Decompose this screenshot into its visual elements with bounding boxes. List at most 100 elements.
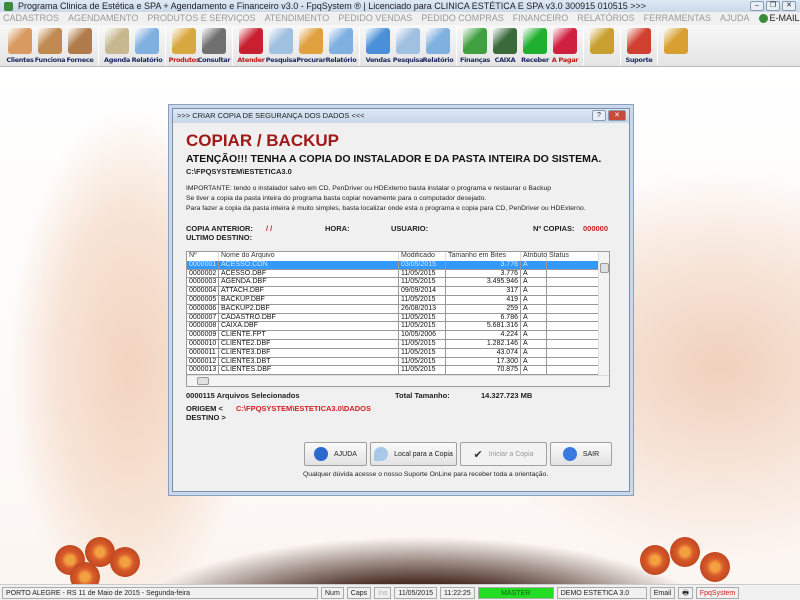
help-icon[interactable]: ?: [592, 110, 606, 121]
toolbar-icon: [68, 28, 92, 54]
column-header[interactable]: Tamanho em Bites: [446, 252, 521, 261]
toolbar-button[interactable]: Fornece: [65, 25, 95, 67]
minimize-button[interactable]: –: [750, 1, 764, 11]
toolbar-icon: [269, 28, 293, 54]
toolbar-button[interactable]: A Pagar: [550, 25, 580, 67]
table-cell: ACESSO.DBF: [219, 269, 399, 279]
table-cell: 0000002: [187, 269, 219, 279]
table-row[interactable]: 0000010 CLIENTE2.DBF 11/05/2015 1.282.146 A: [187, 339, 609, 349]
column-header[interactable]: Status: [547, 252, 599, 261]
status-date: 11/05/2015: [394, 586, 437, 599]
toolbar-button[interactable]: Agenda: [102, 25, 132, 67]
status-location: PORTO ALEGRE - RS 11 de Maio de 2015 - S…: [2, 586, 318, 599]
column-header[interactable]: Modificado: [399, 252, 446, 261]
table-row[interactable]: 0000012 CLIENTE3.DBT 11/05/2015 17.300 A: [187, 357, 609, 367]
toolbar-button[interactable]: Atender: [236, 25, 266, 67]
copia-anterior-label: COPIA ANTERIOR:: [186, 224, 253, 233]
toolbar-button[interactable]: Relatório: [132, 25, 163, 67]
toolbar-button[interactable]: Finanças: [460, 25, 490, 67]
toolbar-button[interactable]: Suporte: [624, 25, 654, 67]
table-cell: 0000007: [187, 313, 219, 323]
table-cell: A: [521, 322, 547, 332]
status-brand[interactable]: FpqSystem: [695, 586, 740, 599]
file-list[interactable]: Nº Nome do Arquivo Modificado Tamanho em…: [186, 251, 610, 387]
menu-item[interactable]: PRODUTOS E SERVIÇOS: [147, 12, 255, 25]
table-row[interactable]: 0000007 CADASTRO.DBF 11/05/2015 6.786 A: [187, 313, 609, 323]
table-row[interactable]: 0000001 ACESSO.CON 03/05/2015 3.776 A: [187, 260, 609, 270]
ajuda-button[interactable]: AJUDA: [304, 442, 367, 466]
printer-icon[interactable]: 🖶: [678, 586, 693, 599]
toolbar-button[interactable]: [587, 25, 617, 67]
toolbar-label: Suporte: [625, 56, 653, 64]
close-button[interactable]: ✕: [782, 1, 796, 11]
table-cell: 11/05/2015: [399, 366, 446, 376]
toolbar-button[interactable]: [661, 25, 691, 67]
table-row[interactable]: 0000011 CLIENTE3.DBF 11/05/2015 43.074 A: [187, 348, 609, 358]
menu-item[interactable]: FINANCEIRO: [513, 12, 569, 25]
table-row[interactable]: 0000013 CLIENTES.DBF 11/05/2015 70.875 A: [187, 366, 609, 376]
table-cell: A: [521, 278, 547, 288]
toolbar-button[interactable]: Pesquisa: [393, 25, 424, 67]
menu-item[interactable]: RELATÓRIOS: [577, 12, 634, 25]
toolbar-button[interactable]: Produtos: [169, 25, 200, 67]
table-cell: CAIXA.DBF: [219, 322, 399, 332]
local-copia-button[interactable]: Local para a Copia: [370, 442, 457, 466]
iniciar-copia-button[interactable]: ✔ Iniciar a Copia: [460, 442, 547, 466]
table-cell: 4.224: [446, 331, 521, 340]
status-num: Num: [321, 586, 344, 599]
status-email[interactable]: Email: [649, 586, 676, 599]
close-icon[interactable]: ✕: [608, 110, 626, 121]
flower-decoration: [640, 545, 670, 575]
ncopias-value: 000000: [583, 224, 609, 233]
toolbar-button[interactable]: Funciona: [34, 25, 66, 67]
table-cell: 3.776: [446, 269, 521, 279]
toolbar-separator: [583, 27, 584, 65]
toolbar-icon: [553, 28, 577, 54]
toolbar-label: Pesquisa: [265, 56, 297, 64]
column-header[interactable]: Nome do Arquivo: [219, 252, 399, 261]
table-row[interactable]: 0000002 ACESSO.DBF 11/05/2015 3.776 A: [187, 269, 609, 279]
table-cell: 11/05/2015: [399, 269, 446, 279]
vertical-scrollbar[interactable]: [598, 252, 609, 376]
column-header[interactable]: Atributo: [521, 252, 547, 261]
toolbar: Clientes Funciona Fornece Agenda Relatório Pr…: [0, 25, 800, 67]
menu-item[interactable]: PEDIDO COMPRAS: [421, 12, 504, 25]
toolbar-button[interactable]: Clientes: [5, 25, 35, 67]
menu-item[interactable]: ATENDIMENTO: [265, 12, 330, 25]
sair-button[interactable]: SAIR: [550, 442, 612, 466]
table-row[interactable]: 0000009 CLIENTE.FPT 10/05/2006 4.224 A: [187, 331, 609, 340]
toolbar-icon: [627, 28, 651, 54]
toolbar-button[interactable]: Vendas: [363, 25, 393, 67]
menu-item-email[interactable]: E-MAIL: [758, 12, 800, 25]
horizontal-scrollbar[interactable]: [187, 375, 609, 386]
table-cell: A: [521, 287, 547, 296]
toolbar-button[interactable]: Consultar: [198, 25, 231, 67]
table-cell: CADASTRO.DBF: [219, 313, 399, 323]
restore-button[interactable]: ❐: [766, 1, 780, 11]
toolbar-button[interactable]: Pesquisa: [265, 25, 297, 67]
menu-item[interactable]: AJUDA: [720, 12, 750, 25]
menu-item[interactable]: AGENDAMENTO: [68, 12, 138, 25]
toolbar-button[interactable]: CAIXA: [490, 25, 520, 67]
toolbar-button[interactable]: Procurar: [296, 25, 326, 67]
table-row[interactable]: 0000004 ATTACH.DBF 09/09/2014 317 A: [187, 287, 609, 296]
table-row[interactable]: 0000005 BACKUP.DBF 11/05/2015 419 A: [187, 295, 609, 305]
menu-item[interactable]: FERRAMENTAS: [644, 12, 711, 25]
toolbar-label: Atender: [237, 56, 265, 64]
table-row[interactable]: 0000008 CAIXA.DBF 11/05/2015 5.681.316 A: [187, 322, 609, 332]
table-row[interactable]: 0000006 BACKUP2.DBF 26/08/2013 259 A: [187, 304, 609, 314]
toolbar-label: Receber: [521, 56, 549, 64]
status-ins: Ins: [374, 586, 392, 599]
table-row[interactable]: 0000003 AGENDA.DBF 11/05/2015 3.495.946 A: [187, 278, 609, 288]
column-header[interactable]: Nº: [187, 252, 219, 261]
table-cell: [547, 331, 599, 340]
toolbar-button[interactable]: Receber: [520, 25, 550, 67]
toolbar-button[interactable]: Relatório: [326, 25, 357, 67]
menu-item[interactable]: CADASTROS: [3, 12, 59, 25]
toolbar-icon: [396, 28, 420, 54]
menu-item[interactable]: PEDIDO VENDAS: [338, 12, 412, 25]
toolbar-button[interactable]: Relatório: [423, 25, 454, 67]
table-cell: ACESSO.CON: [219, 260, 399, 270]
toolbar-icon: [8, 28, 32, 54]
toolbar-label: Funciona: [34, 56, 66, 64]
